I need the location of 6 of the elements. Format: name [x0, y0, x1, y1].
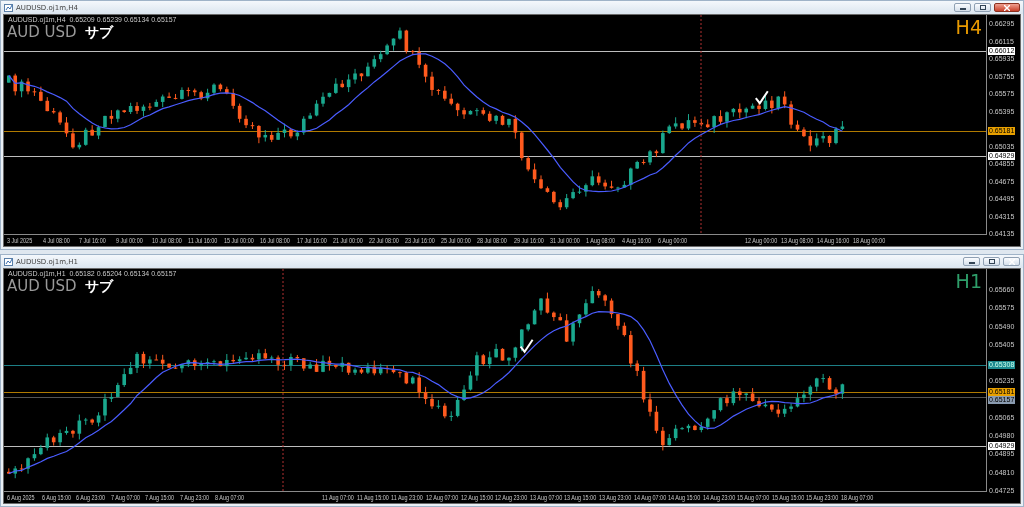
subtitle-label: サブ: [84, 24, 113, 42]
timeframe-label: H4: [955, 16, 982, 38]
symbol-label: AUD USD: [7, 23, 77, 41]
timeframe-label: H1: [955, 270, 982, 292]
symbol-label: AUD USD: [7, 277, 77, 295]
subtitle-label: サブ: [84, 278, 113, 296]
